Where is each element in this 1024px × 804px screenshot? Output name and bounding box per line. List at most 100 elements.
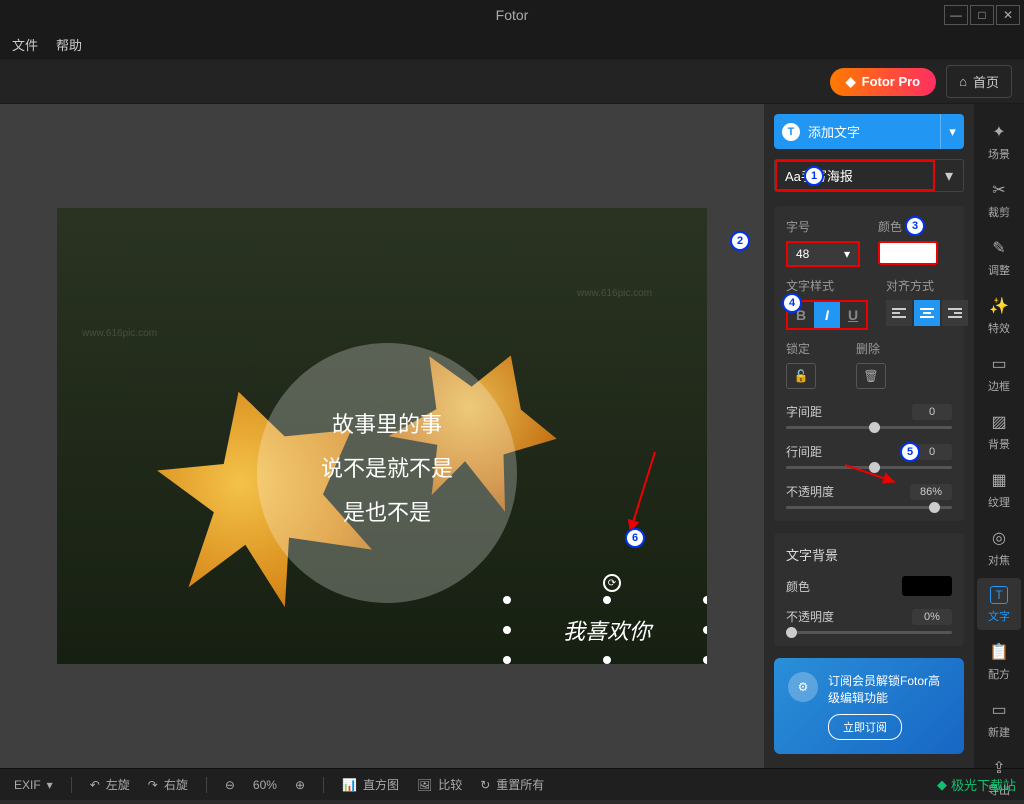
annotation-5: 5 [900, 442, 920, 462]
zoom-level: 60% [253, 778, 277, 792]
titlebar: Fotor — □ ✕ [0, 0, 1024, 30]
sparkle-icon: ✦ [989, 122, 1009, 142]
align-right-button[interactable] [942, 300, 968, 326]
menu-help[interactable]: 帮助 [56, 35, 82, 54]
bg-opacity-slider[interactable] [786, 631, 952, 634]
bottombar: EXIF ▾ ↶左旋 ↷右旋 ⊖ 60% ⊕ 📊直方图 🖼比较 ↻重置所有 [0, 768, 1024, 800]
opacity-slider[interactable] [786, 506, 952, 509]
style-label: 文字样式 [786, 277, 868, 294]
close-button[interactable]: ✕ [996, 5, 1020, 25]
chevron-down-icon: ▾ [844, 247, 850, 261]
opacity-label: 不透明度 [786, 483, 834, 500]
chevron-down-icon: ▾ [47, 778, 53, 792]
resize-handle-sw[interactable] [503, 656, 511, 664]
reset-button[interactable]: ↻重置所有 [480, 776, 544, 793]
reset-icon: ↻ [480, 778, 490, 792]
home-icon: ⌂ [959, 74, 967, 89]
compare-button[interactable]: 🖼比较 [417, 776, 462, 793]
menu-file[interactable]: 文件 [12, 35, 38, 54]
tool-border[interactable]: ▭边框 [977, 346, 1021, 400]
tool-focus[interactable]: ◎对焦 [977, 520, 1021, 574]
minimize-button[interactable]: — [944, 5, 968, 25]
resize-handle-se[interactable] [703, 656, 707, 664]
tool-crop[interactable]: ✂裁剪 [977, 172, 1021, 226]
italic-button[interactable]: I [814, 302, 840, 328]
font-size-dropdown[interactable]: 48 ▾ [786, 241, 860, 267]
right-toolbar: ✦场景 ✂裁剪 ✎调整 ✨特效 ▭边框 ▨背景 ▦纹理 ◎对焦 T文字 📋配方 … [974, 104, 1024, 768]
exif-button[interactable]: EXIF ▾ [14, 778, 53, 792]
text-icon: T [990, 586, 1008, 604]
bg-opacity-value: 0% [912, 609, 952, 625]
annotation-6: 6 [625, 528, 645, 548]
align-label: 对齐方式 [886, 277, 970, 294]
text-selection-box[interactable]: ⟳ 我喜欢你 ✥ [507, 600, 707, 660]
canvas-area: 故事里的事 说不是就不是 是也不是 www.616pic.com www.616… [0, 104, 764, 768]
align-center-button[interactable] [914, 300, 940, 326]
zoom-in-button[interactable]: ⊕ [295, 778, 305, 792]
canvas[interactable]: 故事里的事 说不是就不是 是也不是 www.616pic.com www.616… [57, 208, 707, 664]
tool-background[interactable]: ▨背景 [977, 404, 1021, 458]
tool-text[interactable]: T文字 [977, 578, 1021, 630]
line-spacing-slider[interactable] [786, 466, 952, 469]
target-icon: ◎ [989, 528, 1009, 548]
menubar: 文件 帮助 [0, 30, 1024, 60]
lock-label: 锁定 [786, 340, 816, 357]
hatch-icon: ▨ [989, 412, 1009, 432]
annotation-2: 2 [730, 231, 750, 251]
site-watermark: ◆ 极光下载站 [937, 775, 1016, 794]
bg-color-label: 颜色 [786, 578, 810, 595]
texture-icon: ▦ [989, 470, 1009, 490]
letter-spacing-value: 0 [912, 404, 952, 420]
text-bg-title: 文字背景 [786, 545, 952, 564]
compare-icon: 🖼 [417, 778, 432, 792]
zoom-in-icon: ⊕ [295, 778, 305, 792]
size-label: 字号 [786, 218, 860, 235]
tool-effect[interactable]: ✨特效 [977, 288, 1021, 342]
lock-button[interactable]: 🔓 [786, 363, 816, 389]
resize-handle-nw[interactable] [503, 596, 511, 604]
tool-new[interactable]: ▭新建 [977, 692, 1021, 746]
tool-texture[interactable]: ▦纹理 [977, 462, 1021, 516]
border-icon: ▭ [989, 354, 1009, 374]
chevron-down-icon[interactable]: ▾ [935, 166, 963, 186]
home-button[interactable]: ⌂ 首页 [946, 65, 1012, 98]
rotate-handle[interactable]: ⟳ [603, 574, 621, 592]
tool-adjust[interactable]: ✎调整 [977, 230, 1021, 284]
annotation-3: 3 [905, 216, 925, 236]
selected-text[interactable]: 我喜欢你 [507, 614, 707, 646]
rotate-left-icon: ↶ [90, 778, 100, 792]
bg-color-swatch[interactable] [902, 576, 952, 596]
letter-spacing-slider[interactable] [786, 426, 952, 429]
zoom-out-icon: ⊖ [225, 778, 235, 792]
delete-button[interactable]: 🗑 [856, 363, 886, 389]
clipboard-icon: 📋 [989, 642, 1009, 662]
tool-scene[interactable]: ✦场景 [977, 114, 1021, 168]
font-dropdown[interactable]: Aa手写海报 [775, 160, 935, 191]
maximize-button[interactable]: □ [970, 5, 994, 25]
tool-recipe[interactable]: 📋配方 [977, 634, 1021, 688]
bg-opacity-label: 不透明度 [786, 608, 834, 625]
fotor-pro-button[interactable]: ◆ Fotor Pro [830, 68, 937, 96]
rotate-right-icon: ↷ [148, 778, 158, 792]
histogram-icon: 📊 [342, 778, 357, 792]
resize-handle-n[interactable] [603, 596, 611, 604]
chevron-down-icon[interactable]: ▾ [940, 114, 964, 149]
resize-handle-s[interactable] [603, 656, 611, 664]
rotate-left-button[interactable]: ↶左旋 [90, 776, 130, 793]
top-toolbar: ◆ Fotor Pro ⌂ 首页 [0, 60, 1024, 104]
align-left-button[interactable] [886, 300, 912, 326]
underline-button[interactable]: U [840, 302, 866, 328]
text-color-swatch[interactable] [878, 241, 938, 265]
promo-card: ⚙ 订阅会员解锁Fotor高级编辑功能 立即订阅 [774, 658, 964, 754]
stars-icon: ✨ [989, 296, 1009, 316]
zoom-out-button[interactable]: ⊖ [225, 778, 235, 792]
text-background-section: 文字背景 颜色 不透明度 0% [774, 533, 964, 646]
histogram-button[interactable]: 📊直方图 [342, 776, 399, 793]
subscribe-button[interactable]: 立即订阅 [828, 714, 902, 740]
watermark: www.616pic.com [82, 328, 157, 339]
add-text-button[interactable]: T 添加文字 ▾ [774, 114, 964, 149]
logo-icon: ◆ [937, 777, 947, 793]
rotate-right-button[interactable]: ↷右旋 [148, 776, 188, 793]
crop-icon: ✂ [989, 180, 1009, 200]
resize-handle-ne[interactable] [703, 596, 707, 604]
